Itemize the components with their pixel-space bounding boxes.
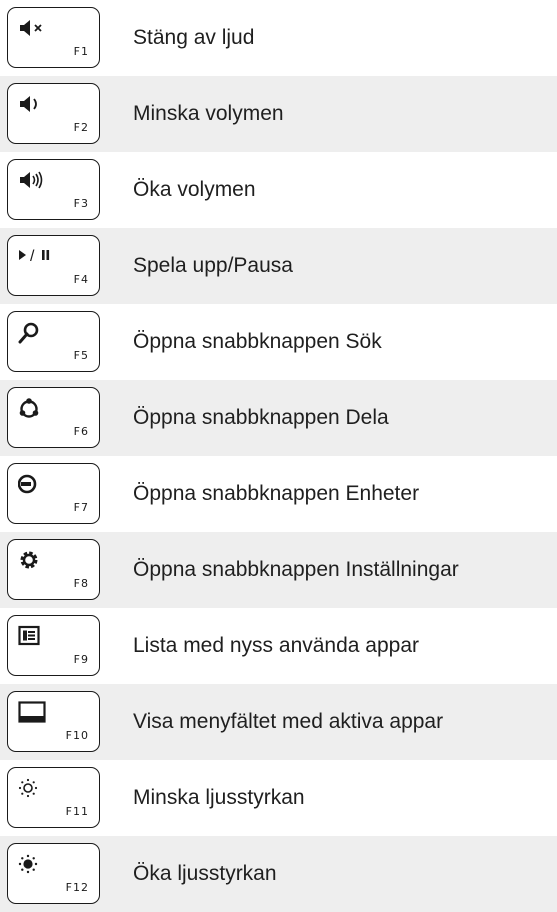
table-row: F8 Öppna snabbknappen Inställningar	[0, 532, 557, 608]
row-description: Öppna snabbknappen Inställningar	[133, 558, 459, 581]
mute-icon	[20, 20, 42, 36]
key-label: F7	[73, 501, 89, 514]
devices-icon	[18, 474, 37, 494]
f4-key: / F4	[7, 235, 100, 296]
table-row: F2 Minska volymen	[0, 76, 557, 152]
key-label: F6	[73, 425, 89, 438]
brightness-down-icon	[18, 778, 38, 798]
table-row: F5 Öppna snabbknappen Sök	[0, 304, 557, 380]
volume-up-icon	[20, 171, 43, 189]
key-label: F8	[73, 577, 89, 590]
f6-key: F6	[7, 387, 100, 448]
key-label: F9	[73, 653, 89, 666]
f2-key: F2	[7, 83, 100, 144]
row-description: Visa menyfältet med aktiva appar	[133, 710, 444, 733]
f12-key: F12	[7, 843, 100, 904]
table-row: F12 Öka ljusstyrkan	[0, 836, 557, 912]
key-label: F10	[65, 729, 89, 742]
brightness-up-icon	[18, 854, 38, 874]
row-description: Minska volymen	[133, 102, 284, 125]
table-row: F3 Öka volymen	[0, 152, 557, 228]
share-icon	[19, 398, 39, 418]
search-icon	[18, 322, 39, 344]
recent-apps-icon	[18, 625, 40, 646]
table-row: F10 Visa menyfältet med aktiva appar	[0, 684, 557, 760]
row-description: Lista med nyss använda appar	[133, 634, 420, 657]
table-row: / F4 Spela upp/Pausa	[0, 228, 557, 304]
key-label: F2	[73, 121, 89, 134]
table-row: F11 Minska ljusstyrkan	[0, 760, 557, 836]
table-row: F7 Öppna snabbknappen Enheter	[0, 456, 557, 532]
key-label: F12	[65, 881, 89, 894]
f10-key: F10	[7, 691, 100, 752]
row-description: Öka volymen	[133, 178, 256, 201]
row-description: Öka ljusstyrkan	[133, 862, 277, 885]
row-description: Öppna snabbknappen Dela	[133, 406, 389, 429]
f3-key: F3	[7, 159, 100, 220]
volume-down-icon	[20, 96, 37, 112]
f1-key: F1	[7, 7, 100, 68]
table-row: F9 Lista med nyss använda appar	[0, 608, 557, 684]
f9-key: F9	[7, 615, 100, 676]
key-label: F4	[73, 273, 89, 286]
row-description: Öppna snabbknappen Enheter	[133, 482, 420, 505]
table-row: F6 Öppna snabbknappen Dela	[0, 380, 557, 456]
key-label: F5	[73, 349, 89, 362]
row-description: Spela upp/Pausa	[133, 254, 293, 277]
f7-key: F7	[7, 463, 100, 524]
play-pause-separator: /	[30, 248, 35, 265]
play-pause-icon: /	[19, 248, 50, 265]
f8-key: F8	[7, 539, 100, 600]
row-description: Minska ljusstyrkan	[133, 786, 305, 809]
key-label: F3	[73, 197, 89, 210]
row-description: Öppna snabbknappen Sök	[133, 330, 382, 353]
key-label: F11	[65, 805, 89, 818]
app-bar-icon	[18, 701, 46, 723]
table-row: F1 Stäng av ljud	[0, 0, 557, 76]
gear-icon	[20, 551, 38, 569]
f11-key: F11	[7, 767, 100, 828]
row-description: Stäng av ljud	[133, 26, 255, 49]
key-label: F1	[73, 45, 89, 58]
f5-key: F5	[7, 311, 100, 372]
